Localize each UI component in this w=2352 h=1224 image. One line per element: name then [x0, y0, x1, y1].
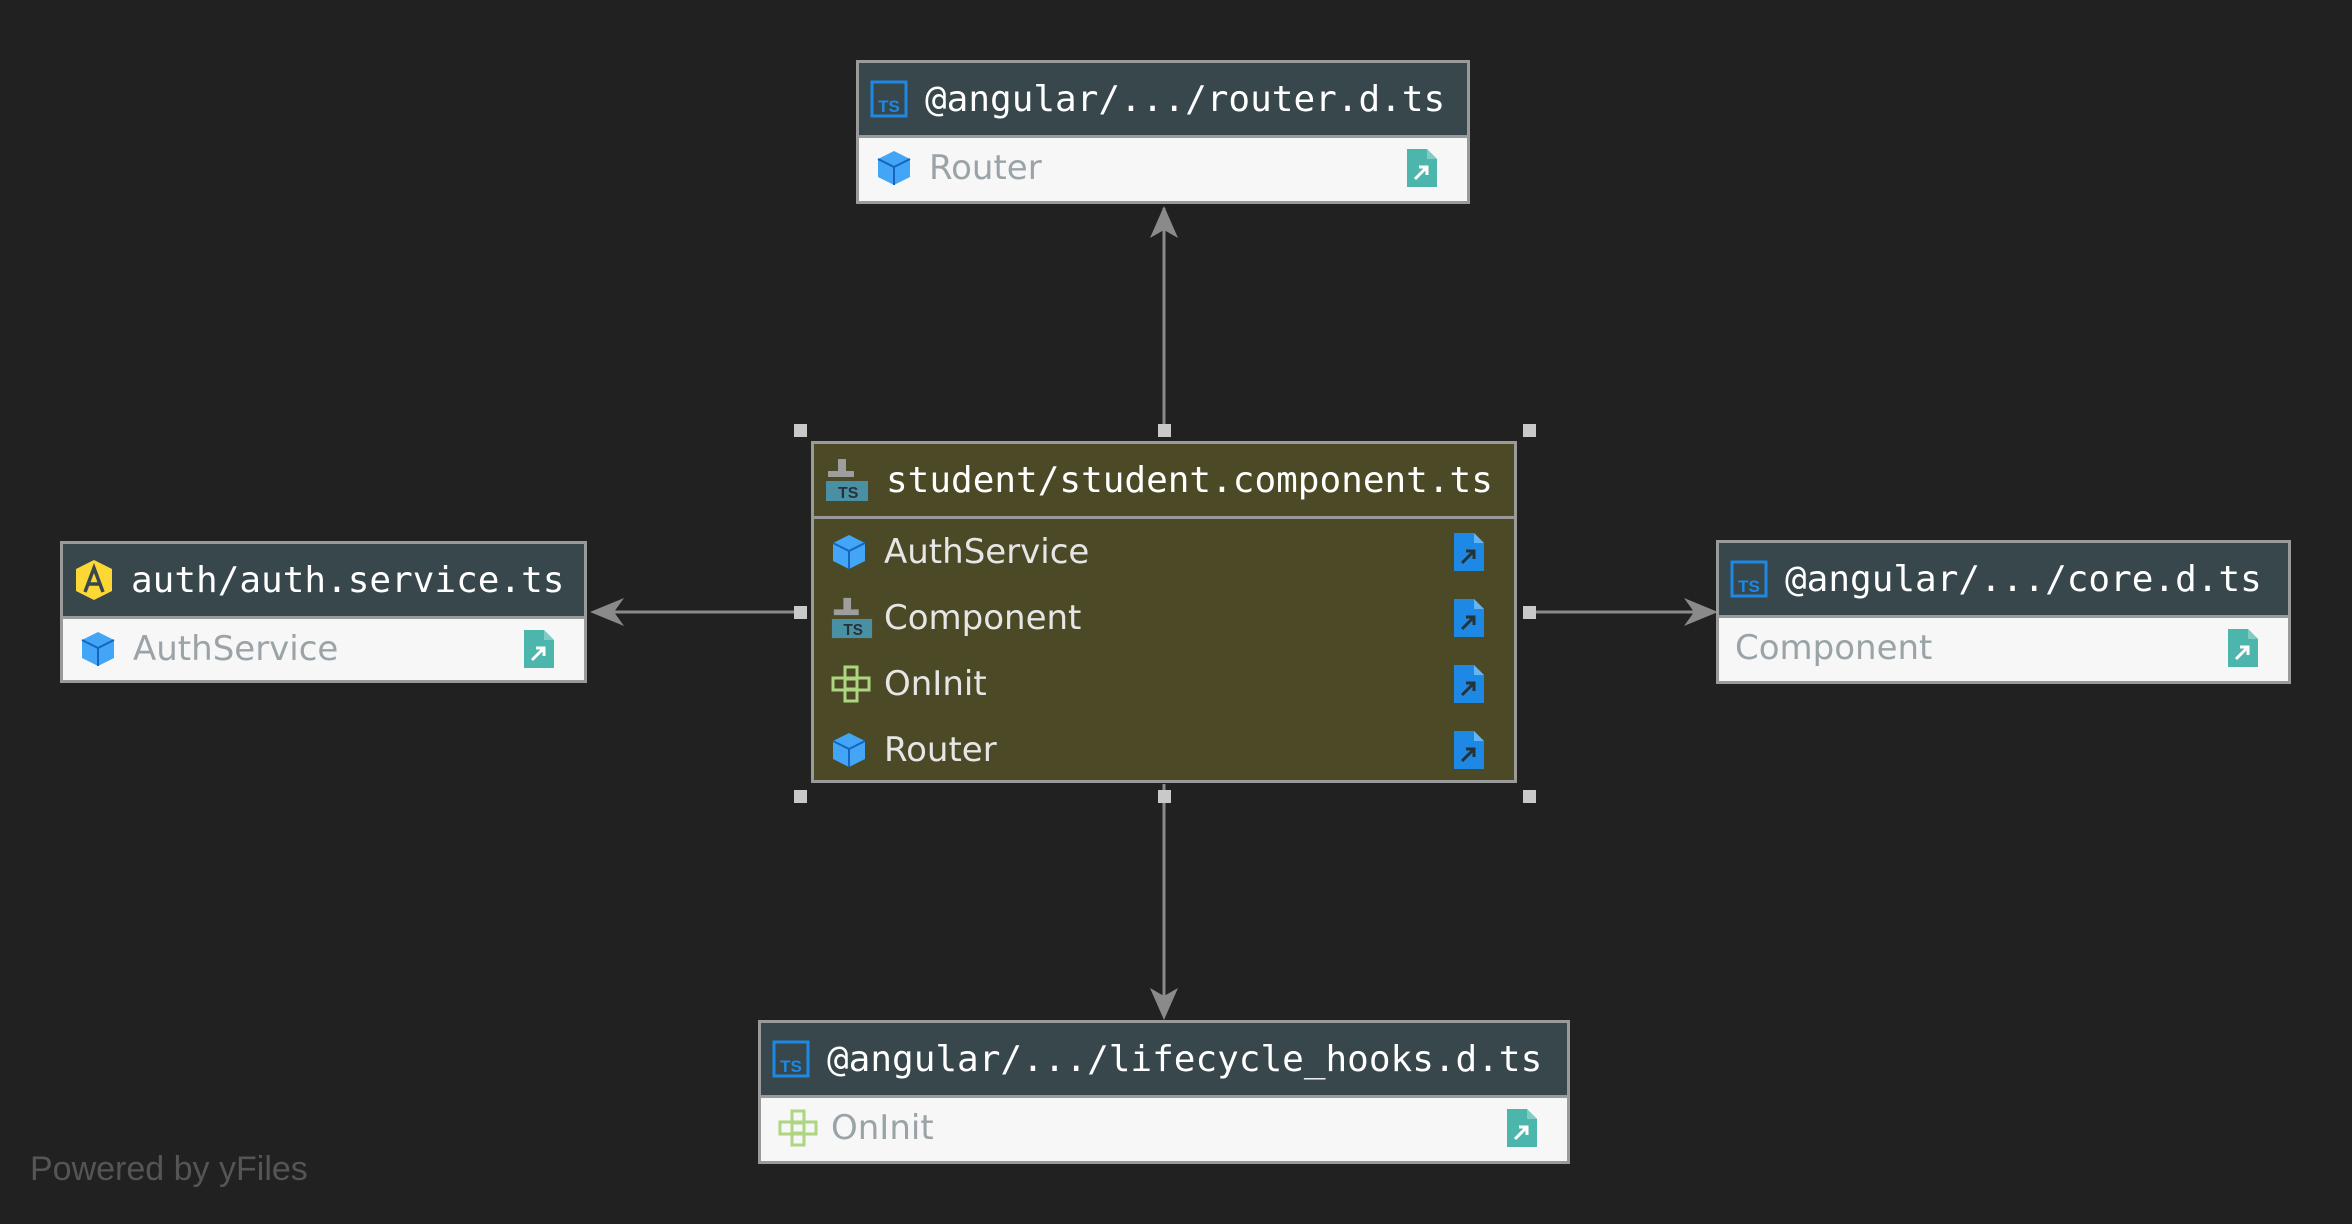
row-label: Router [884, 730, 997, 770]
node-lifecycle-hooks[interactable]: TS @angular/.../lifecycle_hooks.d.ts OnI… [758, 1020, 1570, 1164]
node-center-title: student/student.component.ts [886, 459, 1493, 501]
node-center-row-authservice[interactable]: AuthService [814, 519, 1514, 585]
selection-handle-right[interactable] [1523, 606, 1536, 619]
ts-component-file-icon: TS [831, 597, 873, 639]
node-core-header[interactable]: TS @angular/.../core.d.ts [1719, 543, 2288, 618]
selection-handle-top-left[interactable] [794, 424, 807, 437]
svg-text:TS: TS [780, 1057, 802, 1076]
node-lifecycle-row-oninit[interactable]: OnInit [761, 1098, 1567, 1158]
interface-icon [831, 665, 871, 703]
node-core-title: @angular/.../core.d.ts [1785, 558, 2262, 600]
node-center-row-oninit[interactable]: OnInit [814, 651, 1514, 717]
svg-text:TS: TS [838, 485, 859, 502]
node-router[interactable]: TS @angular/.../router.d.ts Router [856, 60, 1470, 204]
navigate-file-icon[interactable] [1452, 531, 1486, 573]
navigate-file-icon[interactable] [2226, 627, 2260, 669]
navigate-file-icon[interactable] [1452, 729, 1486, 771]
selection-handle-bottom-left[interactable] [794, 790, 807, 803]
selection-handle-left[interactable] [794, 606, 807, 619]
node-center-row-router[interactable]: Router [814, 717, 1514, 783]
powered-by-label: Powered by yFiles [30, 1150, 308, 1188]
node-center-row-component[interactable]: TS Component [814, 585, 1514, 651]
navigate-file-icon[interactable] [522, 628, 556, 670]
typescript-file-icon: TS [1730, 560, 1768, 598]
row-label: AuthService [133, 629, 339, 669]
ts-component-file-icon: TS [826, 459, 868, 502]
node-auth-title: auth/auth.service.ts [131, 559, 565, 601]
node-student-component[interactable]: TS student/student.component.ts AuthServ… [811, 441, 1517, 783]
svg-text:TS: TS [878, 97, 900, 116]
node-core[interactable]: TS @angular/.../core.d.ts Component [1716, 540, 2291, 684]
node-router-row-router[interactable]: Router [859, 138, 1467, 198]
navigate-file-icon[interactable] [1452, 597, 1486, 639]
typescript-file-icon: TS [772, 1040, 810, 1078]
node-center-header[interactable]: TS student/student.component.ts [814, 444, 1514, 519]
node-lifecycle-header[interactable]: TS @angular/.../lifecycle_hooks.d.ts [761, 1023, 1567, 1098]
navigate-file-icon[interactable] [1405, 147, 1439, 189]
svg-text:TS: TS [843, 622, 863, 639]
interface-icon [778, 1109, 818, 1147]
row-label: Component [884, 598, 1082, 638]
node-auth-row-authservice[interactable]: AuthService [63, 619, 584, 679]
class-cube-icon [81, 632, 115, 666]
row-label: OnInit [884, 664, 987, 704]
node-auth-header[interactable]: auth/auth.service.ts [63, 544, 584, 619]
typescript-file-icon: TS [870, 80, 908, 118]
navigate-file-icon[interactable] [1505, 1107, 1539, 1149]
row-label: AuthService [884, 532, 1090, 572]
node-router-title: @angular/.../router.d.ts [925, 78, 1446, 120]
class-cube-icon [877, 151, 911, 185]
class-cube-icon [832, 733, 866, 767]
row-label: Component [1735, 628, 1933, 668]
node-core-row-component[interactable]: Component [1719, 618, 2288, 678]
selection-handle-bottom[interactable] [1158, 790, 1171, 803]
svg-text:TS: TS [1738, 577, 1760, 596]
node-auth-service[interactable]: auth/auth.service.ts AuthService [60, 541, 587, 683]
node-lifecycle-title: @angular/.../lifecycle_hooks.d.ts [827, 1038, 1543, 1080]
class-cube-icon [832, 535, 866, 569]
selection-handle-top-right[interactable] [1523, 424, 1536, 437]
node-router-header[interactable]: TS @angular/.../router.d.ts [859, 63, 1467, 138]
row-label: OnInit [831, 1108, 934, 1148]
row-label: Router [929, 148, 1042, 188]
selection-handle-top[interactable] [1158, 424, 1171, 437]
angular-icon [76, 560, 112, 600]
diagram-canvas: TS @angular/.../router.d.ts Router TS st… [0, 0, 2352, 1224]
navigate-file-icon[interactable] [1452, 663, 1486, 705]
selection-handle-bottom-right[interactable] [1523, 790, 1536, 803]
